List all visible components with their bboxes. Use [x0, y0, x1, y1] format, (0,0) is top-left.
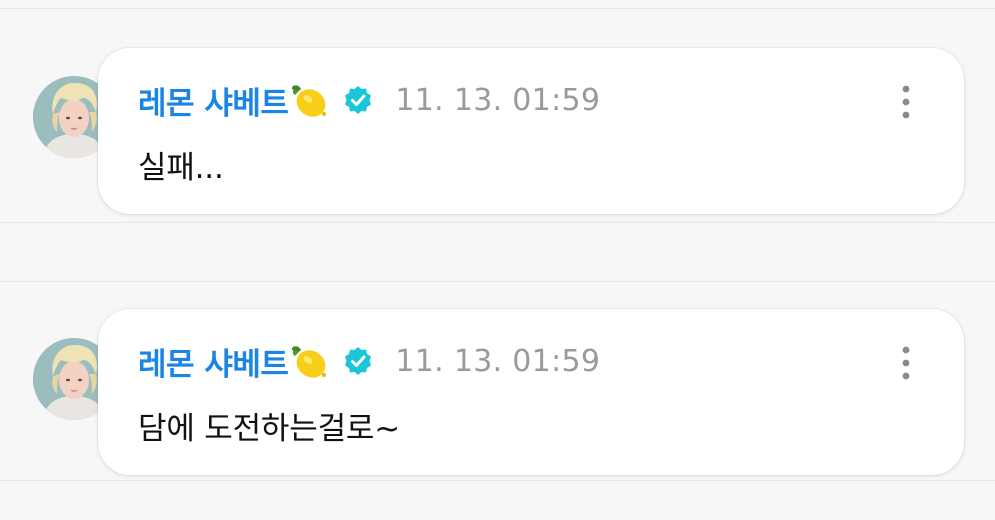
author-name[interactable]: 레몬 샤베트: [138, 339, 289, 384]
divider: [0, 480, 995, 481]
comment-header: 레몬 샤베트 11. 13. 01:59: [138, 78, 600, 122]
author-name[interactable]: 레몬 샤베트: [138, 78, 289, 123]
divider: [0, 8, 995, 9]
more-vertical-icon[interactable]: [896, 345, 916, 381]
verified-badge-icon: [343, 346, 373, 376]
divider: [0, 222, 995, 223]
more-vertical-icon[interactable]: [896, 84, 916, 120]
comment-bubble: 레몬 샤베트 11. 13. 01:59: [98, 309, 964, 475]
timestamp: 11. 13. 01:59: [395, 82, 601, 118]
divider: [0, 281, 995, 282]
comment-header: 레몬 샤베트 11. 13. 01:59: [138, 339, 600, 383]
comment-text: 실패...: [138, 150, 224, 186]
timestamp: 11. 13. 01:59: [395, 343, 601, 379]
comment-bubble: 레몬 샤베트 11. 13. 01:59: [98, 48, 964, 214]
verified-badge-icon: [343, 85, 373, 115]
lemon-icon: [289, 341, 329, 381]
lemon-icon: [289, 80, 329, 120]
comment-text: 담에 도전하는걸로~: [138, 411, 400, 447]
